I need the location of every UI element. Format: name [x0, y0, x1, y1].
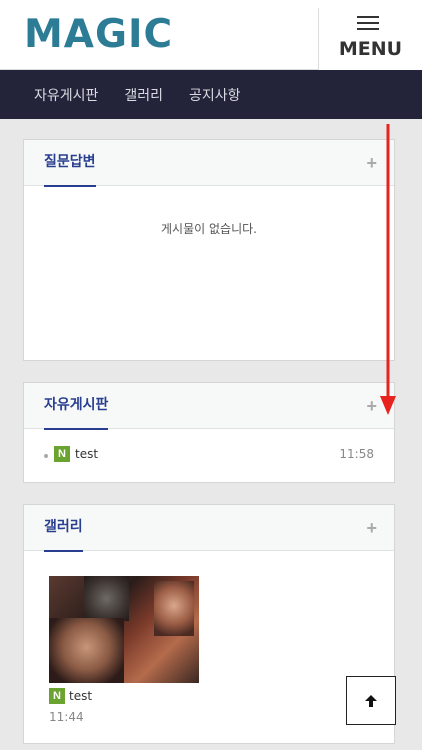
scroll-to-top-button[interactable]	[346, 676, 396, 725]
site-header: MAGIC MENU	[0, 0, 422, 70]
panel-title[interactable]: 갤러리	[44, 505, 83, 552]
gallery-item-title[interactable]: test	[69, 689, 92, 703]
post-title[interactable]: test	[75, 447, 98, 461]
free-board-panel: 자유게시판 + N test 11:58	[23, 382, 395, 483]
main-nav: 자유게시판 갤러리 공지사항	[0, 70, 422, 119]
menu-button[interactable]: MENU	[318, 8, 422, 70]
panel-header: 갤러리 +	[24, 505, 394, 552]
panel-header: 질문답변 +	[24, 140, 394, 187]
menu-label: MENU	[338, 38, 403, 60]
plus-icon[interactable]: +	[366, 397, 377, 415]
hamburger-icon	[357, 16, 379, 30]
qna-panel: 질문답변 + 게시물이 없습니다.	[23, 139, 395, 361]
scroll-down-arrow-icon	[380, 124, 396, 415]
nav-item-notice[interactable]: 공지사항	[189, 85, 241, 105]
new-badge: N	[49, 688, 65, 704]
new-badge: N	[54, 446, 70, 462]
nav-item-free-board[interactable]: 자유게시판	[34, 85, 98, 105]
plus-icon[interactable]: +	[366, 154, 377, 172]
nav-item-gallery[interactable]: 갤러리	[124, 85, 163, 105]
empty-message: 게시물이 없습니다.	[161, 222, 257, 236]
gallery-panel: 갤러리 + N test 11:44	[23, 504, 395, 744]
panel-title[interactable]: 자유게시판	[44, 383, 109, 430]
gallery-thumbnail[interactable]	[49, 576, 199, 683]
gallery-item-time: 11:44	[49, 710, 84, 724]
panel-header: 자유게시판 +	[24, 383, 394, 430]
list-item[interactable]: N test 11:58	[44, 445, 374, 465]
plus-icon[interactable]: +	[366, 519, 377, 537]
panel-title[interactable]: 질문답변	[44, 140, 96, 187]
site-logo[interactable]: MAGIC	[24, 14, 173, 56]
post-time: 11:58	[339, 447, 374, 461]
bullet-icon	[44, 454, 48, 458]
arrow-up-icon	[365, 695, 377, 707]
